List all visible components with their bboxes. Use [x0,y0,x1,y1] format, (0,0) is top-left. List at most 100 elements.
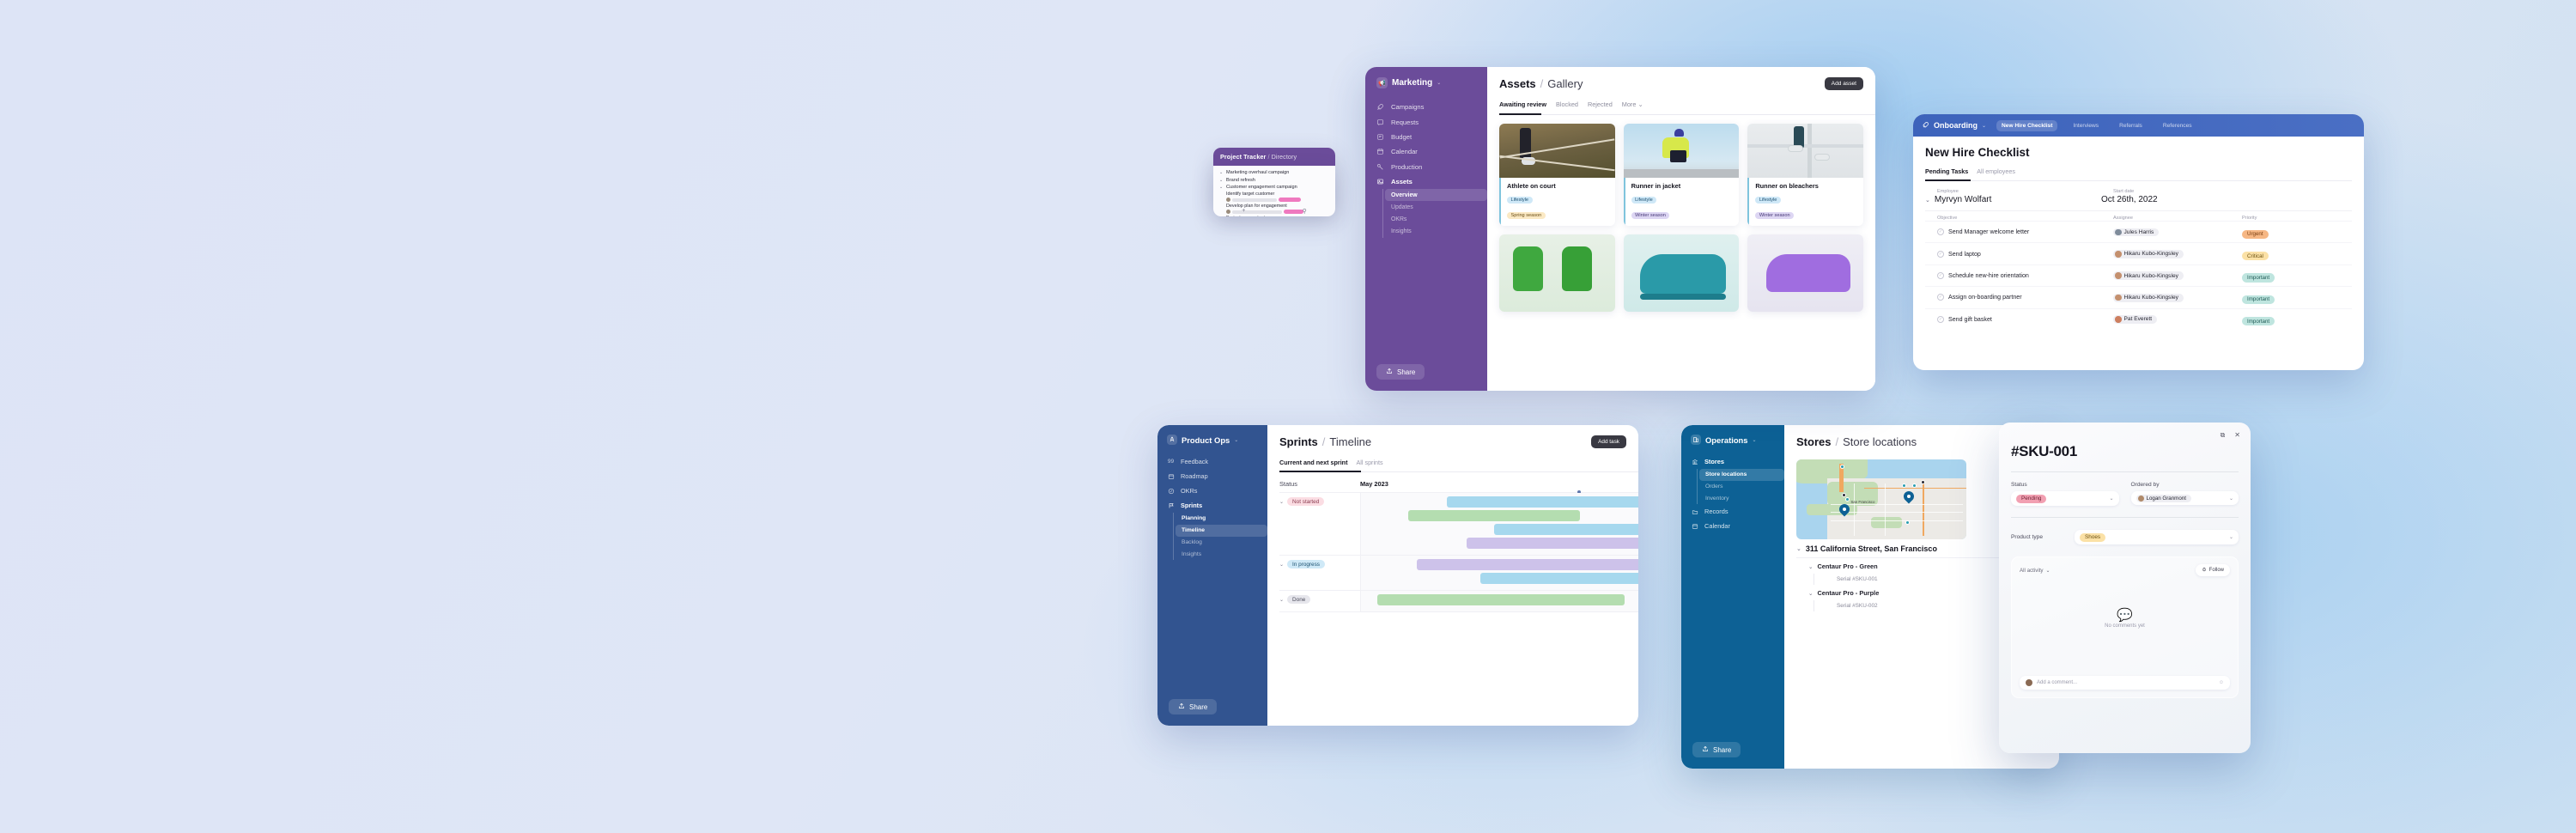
timeline-status-group[interactable]: ⌄ Not started [1279,497,1325,507]
sidebar-subitem-planning[interactable]: Planning [1174,513,1267,525]
tab-references[interactable]: References [2158,120,2197,131]
tracker-group-row[interactable]: ⌄ Marketing overhaul campaign [1213,169,1335,176]
emoji-icon[interactable]: ☺ [2219,680,2224,685]
sidebar-subitem-backlog[interactable]: Backlog [1174,537,1267,549]
timeline-status-group[interactable]: ⌄ Done [1279,595,1311,605]
tab-more[interactable]: More ⌄ [1622,100,1643,108]
breadcrumb-section[interactable]: Sprints [1279,435,1318,448]
assignee-chip[interactable]: Hikaru Kubo-Kingsley [2113,293,2184,302]
sidebar-item-production[interactable]: Production [1365,160,1487,174]
table-row[interactable]: ✓ Schedule new-hire orientation Hikaru K… [1925,264,2352,286]
sidebar-subitem-insights[interactable]: Insights [1174,548,1267,560]
sidebar-item-stores[interactable]: Stores [1681,454,1784,469]
assignee-chip[interactable]: Jules Harris [2113,228,2160,237]
search-icon[interactable]: ⚲ [1303,208,1307,215]
comment-composer[interactable]: Add a comment... ☺ [2020,676,2230,690]
marketing-workspace-switcher[interactable]: 📢 Marketing ⌄ [1365,77,1487,88]
asset-card[interactable]: Runner in jacket Lifestyle Winter season [1623,124,1740,226]
breadcrumb-section[interactable]: Stores [1796,435,1831,448]
map-pin[interactable] [1839,504,1850,517]
sidebar-subitem-insights[interactable]: Insights [1383,226,1487,238]
sidebar-subitem-orders[interactable]: Orders [1698,481,1784,493]
store-locations-map[interactable]: San Francisco [1796,459,1966,539]
map-pin[interactable] [1904,491,1914,504]
sidebar-item-campaigns[interactable]: Campaigns [1365,100,1487,114]
sidebar-subitem-updates[interactable]: Updates [1383,201,1487,213]
checkbox[interactable]: ✓ [1937,315,1944,323]
gantt-bar[interactable] [1407,510,1581,521]
sidebar-item-roadmap[interactable]: Roadmap [1157,469,1267,483]
share-button[interactable]: Share [1692,742,1741,757]
product-type-select[interactable]: Shoes ⌄ [2075,530,2239,545]
checkbox[interactable]: ✓ [1937,228,1944,236]
sidebar-subitem-inventory[interactable]: Inventory [1698,493,1784,505]
sidebar-subitem-overview[interactable]: Overview [1385,189,1487,202]
gantt-bar[interactable] [1479,573,1638,584]
asset-card[interactable] [1623,234,1740,312]
gantt-bar[interactable] [1494,524,1638,535]
assignee-chip[interactable]: Hikaru Kubo-Kingsley [2113,249,2184,258]
share-button[interactable]: Share [1376,364,1425,380]
gantt-bar[interactable] [1447,496,1638,508]
gantt-bar[interactable] [1377,594,1625,605]
table-row[interactable]: ✓ Assign on-boarding partner Hikaru Kubo… [1925,286,2352,307]
table-row[interactable]: ✓ Send gift basket Pat Everett Important [1925,307,2352,330]
checkbox[interactable]: ✓ [1937,294,1944,301]
sidebar-subitem-store-locations[interactable]: Store locations [1699,469,1784,481]
expand-icon[interactable]: ⧉ [2221,431,2226,440]
sidebar-item-okrs[interactable]: OKRs [1157,483,1267,498]
activity-filter[interactable]: All activity ⌄ [2020,568,2050,574]
table-row[interactable]: ✓ Send laptop Hikaru Kubo-Kingsley Criti… [1925,242,2352,264]
tab-current-and-next-sprint[interactable]: Current and next sprint [1279,459,1347,466]
checkbox[interactable]: ✓ [1937,271,1944,279]
tracker-task[interactable]: Brainstorm content [1213,215,1335,216]
checkbox[interactable]: ✓ [1937,250,1944,258]
asset-card[interactable] [1747,234,1863,312]
tab-referrals[interactable]: Referrals [2114,120,2148,131]
sidebar-item-calendar[interactable]: Calendar [1681,519,1784,533]
tab-all-sprints[interactable]: All sprints [1356,459,1382,466]
tab-pending-tasks[interactable]: Pending Tasks [1925,167,1968,175]
add-asset-button[interactable]: Add asset [1824,77,1863,90]
sidebar-item-feedback[interactable]: 99 Feedback [1157,454,1267,469]
gantt-bar[interactable] [1466,538,1638,549]
table-row[interactable]: ✓ Send Manager welcome letter Jules Harr… [1925,221,2352,242]
status-select[interactable]: Pending ⌄ [2011,491,2119,507]
employee-row[interactable]: ⌄ Myrvyn Wolfart Oct 26th, 2022 [1925,195,2352,204]
add-task-button[interactable]: Add task [1591,435,1626,448]
sidebar-item-sprints[interactable]: Sprints [1157,498,1267,513]
tracker-task[interactable]: Identify target customer [1213,191,1335,203]
operations-workspace-switcher[interactable]: Operations ⌄ [1681,435,1784,445]
gantt-bar[interactable] [1416,559,1638,570]
tab-awaiting-review[interactable]: Awaiting review [1499,100,1546,108]
sidebar-item-calendar[interactable]: Calendar [1365,144,1487,159]
sidebar-item-assets[interactable]: Assets [1365,174,1487,189]
sidebar-item-budget[interactable]: Budget [1365,130,1487,144]
follow-button[interactable]: Follow [2195,564,2230,577]
share-label: Share [1397,368,1416,376]
assignee-chip[interactable]: Hikaru Kubo-Kingsley [2113,271,2184,281]
add-icon[interactable]: + [1242,208,1245,215]
close-icon[interactable]: ✕ [2234,431,2240,440]
asset-card[interactable]: Runner on bleachers Lifestyle Winter sea… [1747,124,1863,226]
asset-card[interactable]: Athlete on court Lifestyle Spring season [1499,124,1615,226]
timeline-status-group[interactable]: ⌄ In progress [1279,560,1326,569]
tab-rejected[interactable]: Rejected [1588,100,1613,108]
sidebar-subitem-okrs[interactable]: OKRs [1383,214,1487,226]
tab-blocked[interactable]: Blocked [1556,100,1578,108]
product-ops-workspace-switcher[interactable]: Product Ops ⌄ [1157,435,1267,445]
ordered-by-select[interactable]: Logan Granmont ⌄ [2130,491,2239,506]
onboarding-workspace-switcher[interactable]: Onboarding ⌄ [1922,121,1986,131]
tracker-group-row[interactable]: ⌄ Customer engagement campaign [1213,184,1335,191]
tracker-group-row[interactable]: ⌄ Brand refresh [1213,176,1335,183]
tab-interviews[interactable]: Interviews [2068,120,2104,131]
share-button[interactable]: Share [1169,699,1218,714]
sidebar-subitem-timeline[interactable]: Timeline [1176,524,1267,537]
tab-new-hire-checklist[interactable]: New Hire Checklist [1996,119,2058,131]
sidebar-item-records[interactable]: Records [1681,504,1784,519]
tab-all-employees[interactable]: All employees [1977,167,2015,175]
breadcrumb-section[interactable]: Assets [1499,77,1536,90]
sidebar-item-requests[interactable]: Requests [1365,114,1487,129]
assignee-chip[interactable]: Pat Everett [2113,315,2158,324]
asset-card[interactable] [1499,234,1615,312]
